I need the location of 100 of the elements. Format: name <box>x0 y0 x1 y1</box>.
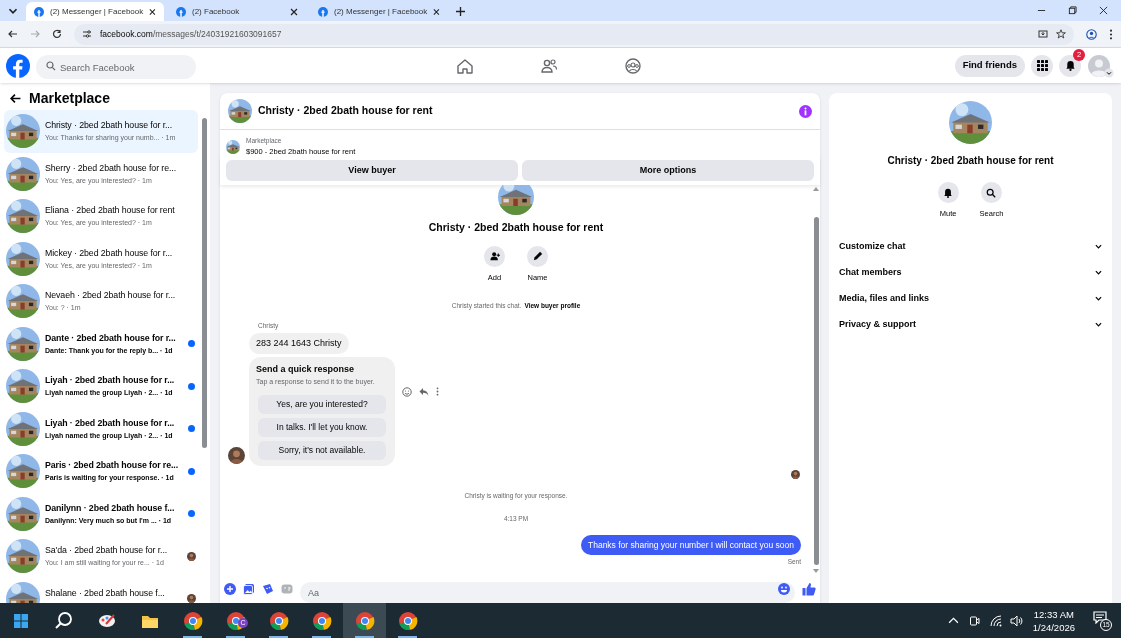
running-indicator <box>269 636 288 638</box>
reload-icon[interactable] <box>52 29 62 39</box>
url-text: facebook.com/messages/t/24031921603091657 <box>100 27 282 41</box>
conversation-title: Liyah · 2bed 2bath house for r... <box>45 375 176 387</box>
chevron-up-icon[interactable] <box>947 617 959 624</box>
facebook-icon <box>176 6 186 17</box>
scrollbar-thumb[interactable] <box>201 118 207 448</box>
menu-button[interactable] <box>1031 54 1053 77</box>
facebook-icon <box>318 6 328 17</box>
bell-icon <box>943 187 954 198</box>
search-icon <box>53 610 74 631</box>
bell-icon <box>1064 60 1076 71</box>
address-bar[interactable]: facebook.com/messages/t/24031921603091657 <box>74 23 1074 45</box>
back-arrow-icon[interactable] <box>10 92 21 104</box>
chevron-down-icon <box>1095 269 1102 275</box>
emoji-icon[interactable] <box>778 583 790 595</box>
more-icon[interactable] <box>436 387 439 396</box>
plus-icon[interactable] <box>224 583 236 595</box>
back-icon[interactable] <box>8 29 18 39</box>
scroll-up-icon[interactable] <box>813 187 819 191</box>
facebook-icon <box>34 6 44 17</box>
pencil-button[interactable] <box>527 245 548 267</box>
find-friends-button[interactable]: Find friends <box>954 54 1025 77</box>
action-button[interactable]: View buyer <box>226 160 518 181</box>
running-indicator <box>355 636 374 638</box>
windows-start-icon[interactable] <box>14 613 28 628</box>
chat-intro-title: Christy · 2bed 2bath house for rent <box>428 220 604 235</box>
friends-icon[interactable] <box>540 56 558 75</box>
close-icon[interactable] <box>433 7 440 16</box>
chrome-icon <box>182 610 203 631</box>
more-icon[interactable] <box>1109 28 1113 40</box>
running-indicator <box>312 636 331 638</box>
scroll-down-icon[interactable] <box>813 569 819 573</box>
browser-tab[interactable]: (2) Messenger | Facebook <box>26 2 164 21</box>
conversation-title: Dante · 2bed 2bath house for r... <box>45 332 177 344</box>
conversation-title: Mickey · 2bed 2bath house for r... <box>45 247 174 259</box>
conversation-title: Paris · 2bed 2bath house for re... <box>45 460 179 472</box>
search-icon <box>46 60 56 71</box>
chrome-icon <box>268 610 289 631</box>
info-section[interactable]: Chat members <box>835 259 1106 286</box>
chevron-down-icon <box>1095 243 1102 249</box>
profile-icon[interactable] <box>1086 28 1097 40</box>
bookmark-star-icon[interactable] <box>1056 29 1066 39</box>
chat-title: Christy · 2bed 2bath house for rent <box>258 103 434 119</box>
sticker-icon[interactable] <box>262 583 274 595</box>
chevron-down-icon <box>1095 295 1102 301</box>
search-field[interactable]: Search Facebook <box>36 55 196 79</box>
home-icon[interactable] <box>456 56 474 75</box>
volume-icon[interactable] <box>1009 614 1023 627</box>
photo-icon[interactable] <box>243 583 255 595</box>
conversation-title: Danilynn · 2bed 2bath house f... <box>45 502 176 514</box>
meet-now-icon[interactable] <box>968 614 980 627</box>
chrome-icon <box>354 610 375 631</box>
running-indicator <box>183 636 202 638</box>
close-icon[interactable] <box>149 7 156 16</box>
close-icon[interactable] <box>1099 6 1108 15</box>
info-icon[interactable] <box>799 104 812 118</box>
info-title: Christy · 2bed 2bath house for rent <box>887 154 1054 168</box>
new-tab-icon[interactable] <box>456 7 465 16</box>
search-icon <box>986 187 997 198</box>
chrome-icon <box>397 610 418 631</box>
quick-response-button[interactable]: Yes, are you interested? <box>258 395 386 414</box>
scrollbar-thumb[interactable] <box>813 217 819 565</box>
conversation-title: Liyah · 2bed 2bath house for r... <box>45 417 176 429</box>
groups-icon[interactable] <box>624 56 642 75</box>
conversation-title: Shalane · 2bed 2bath house f... <box>45 587 166 599</box>
message-field[interactable]: Aa <box>300 582 795 603</box>
info-section[interactable]: Customize chat <box>835 233 1106 260</box>
add-person-button[interactable] <box>484 245 505 267</box>
emoji-icon[interactable] <box>402 386 412 397</box>
thumbs-up-icon[interactable] <box>802 582 816 596</box>
browser-tab[interactable]: (2) Messenger | Facebook <box>310 2 448 21</box>
conversation-title: Christy · 2bed 2bath house for r... <box>45 120 174 132</box>
reply-icon[interactable] <box>419 386 429 397</box>
quick-response-button[interactable]: Sorry, it's not available. <box>258 441 386 460</box>
quick-response-button[interactable]: In talks. I'll let you know. <box>258 418 386 437</box>
sent-message-bubble: Thanks for sharing your number I will contact you soon <box>581 534 801 556</box>
info-section[interactable]: Privacy & support <box>835 311 1106 338</box>
install-icon[interactable] <box>1038 29 1048 39</box>
search-button[interactable] <box>981 182 1002 203</box>
info-section[interactable]: Media, files and links <box>835 285 1106 312</box>
notifications-button[interactable] <box>1059 54 1081 77</box>
conversation-title: Sa'da · 2bed 2bath house for r... <box>45 545 169 557</box>
action-button[interactable]: More options <box>522 160 814 181</box>
wifi-icon[interactable] <box>989 614 1002 627</box>
conversation-title: Sherry · 2bed 2bath house for re... <box>45 162 177 174</box>
tab-title: (2) Facebook <box>192 5 241 18</box>
pencil-icon <box>532 251 543 262</box>
close-icon[interactable] <box>290 7 298 16</box>
tab-title: (2) Messenger | Facebook <box>334 5 428 18</box>
facebook-logo-icon[interactable] <box>6 53 30 78</box>
chrome-icon <box>311 610 332 631</box>
browser-tab[interactable]: (2) Facebook <box>168 2 306 21</box>
site-settings-icon[interactable] <box>82 29 92 39</box>
sidebar-title: Marketplace <box>29 88 110 108</box>
bell-button[interactable] <box>937 182 959 203</box>
clock[interactable]: 12:33 AM 1/24/2026 <box>1032 607 1075 634</box>
message-icon <box>1093 610 1107 624</box>
conversation-title: Eliana · 2bed 2bath house for rent <box>45 205 176 217</box>
restore-icon[interactable] <box>1068 6 1077 15</box>
